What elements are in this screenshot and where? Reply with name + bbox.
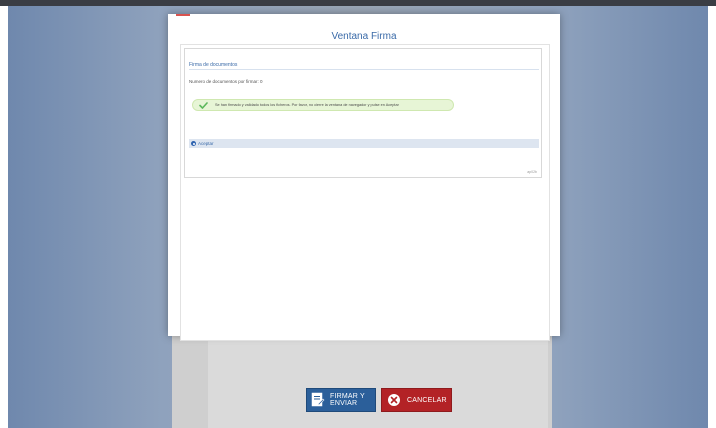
success-alert: Se han firmado y validado todos los fich… [192,99,454,111]
cancel-button[interactable]: CANCELAR [381,388,452,412]
modal-accent-bar [176,14,190,16]
signature-modal: Ventana Firma Firma de documentos Numero… [168,14,560,341]
document-sign-icon [311,392,325,408]
background-panel-inner [208,330,548,428]
accept-option-label: Aceptar [198,141,214,146]
panel-title: Firma de documentos [189,62,238,68]
signing-panel: Firma de documentos Numero de documentos… [184,48,542,178]
panel-divider [189,69,539,70]
cancel-label: CANCELAR [407,396,447,404]
document-count-text: Numero de documentos por firmar: 0 [189,79,263,84]
panel-footer-tag: ap02b [527,170,537,174]
accept-option[interactable]: Aceptar [189,139,539,148]
check-icon [199,101,209,109]
sign-and-send-label: FIRMAR Y ENVIAR [330,393,365,407]
radio-icon[interactable] [191,141,196,146]
close-circle-icon [386,392,402,408]
modal-title: Ventana Firma [331,31,397,42]
success-message: Se han firmado y validado todos los fich… [215,103,399,107]
sign-and-send-button[interactable]: FIRMAR Y ENVIAR [306,388,376,412]
